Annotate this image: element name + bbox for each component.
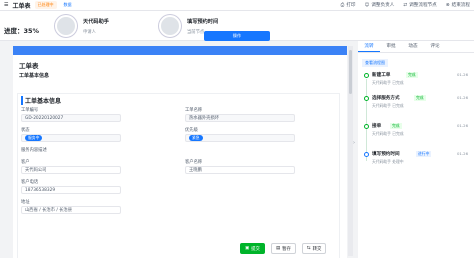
basic-info-section: 工单基本信息 工单编号 GD-20220120027 工单名称 热水器外壳损坏 … <box>17 93 340 258</box>
timeline-node-sub: 天代码助手 已完成 <box>372 131 404 136</box>
ticket-no-label: 工单编号 <box>21 108 39 113</box>
adjust-node-button[interactable]: ⇄ 调整流程节点 <box>403 2 436 9</box>
timeline-node-sub: 天代码助手 已完成 <box>372 80 404 85</box>
content-label: 服务内容描述 <box>21 148 47 153</box>
timeline-node-sub: 天代码助手 处理中 <box>372 159 404 164</box>
end-flow-button[interactable]: ⊗ 结束流程 <box>445 2 470 9</box>
priority-field: 紧急 <box>185 134 295 142</box>
status-field: 服务中 <box>21 134 121 142</box>
applicant-name: 天代码助手 <box>83 18 109 25</box>
back-icon[interactable]: ☰ <box>4 2 8 8</box>
timeline-node-date: 01-26 <box>456 72 468 77</box>
applicant-role: 申请人 <box>83 29 96 35</box>
stop-icon: ⊗ <box>445 2 450 8</box>
form-title: 工单表 <box>19 62 39 70</box>
form-scrollbar[interactable] <box>348 46 353 256</box>
timeline-dot <box>364 73 369 78</box>
submit-icon: ▣ <box>245 246 250 251</box>
address-field[interactable]: 山西省 / 长治市 / 长治县 <box>21 206 121 214</box>
form-panel: 工单表 工单基本信息 工单基本信息 工单编号 GD-20220120027 工单… <box>13 46 347 258</box>
scroll-thumb[interactable] <box>349 50 352 94</box>
timeline-node-tag: 完成 <box>390 123 402 129</box>
timeline-dot <box>364 152 369 157</box>
priority-pill: 紧急 <box>189 135 203 141</box>
reassign-button[interactable]: ☺ 调整负责人 <box>364 2 395 9</box>
timeline-node-name: 选择服务方式 <box>372 96 400 101</box>
priority-label: 优先级 <box>185 128 198 133</box>
top-bar: ☰ 工单表 已处理中 数据 ⎙ 打印 ☺ 调整负责人 ⇄ 调整流程节点 ⊗ 结束流程 <box>0 0 474 11</box>
status-badge: 已处理中 <box>34 1 57 9</box>
save-button[interactable]: ▤ 暂存 <box>270 243 296 254</box>
ticket-name-field: 热水器外壳损坏 <box>185 114 295 122</box>
action-bar: ▣ 提交 ▤ 暂存 ⇆ 转交 <box>240 243 327 255</box>
summary-bar: 进度：35% 天代码助手 申请人 填写预约时间 当前节点 操作 <box>0 11 474 41</box>
flow-icon: ⇄ <box>403 2 408 8</box>
timeline-node-date: 01-26 <box>456 151 468 156</box>
customer-name-label: 客户名称 <box>185 160 203 165</box>
timeline-node-sub: 天代码助手 已完成 <box>372 103 404 108</box>
data-link[interactable]: 数据 <box>61 1 75 9</box>
print-icon: ⎙ <box>340 3 345 8</box>
right-panel: 流转 审批 动态 评论 查看流程图 新建工单 完成 01-26 天代码助手 已完… <box>358 41 474 258</box>
customer-label: 客户 <box>21 160 30 165</box>
tab-approval[interactable]: 审批 <box>380 41 402 52</box>
status-pill: 服务中 <box>25 135 43 141</box>
transfer-icon: ⇆ <box>306 246 311 251</box>
ticket-name-label: 工单名称 <box>185 108 203 113</box>
customer-name-field[interactable]: 王晓鹏 <box>185 166 295 174</box>
view-flowchart-button[interactable]: 查看流程图 <box>362 59 388 67</box>
page-title: 工单表 <box>12 2 31 10</box>
timeline-node-tag: 进行中 <box>416 151 432 157</box>
timeline-dot <box>364 96 369 101</box>
progress-text: 进度：35% <box>4 27 40 35</box>
save-icon: ▤ <box>275 246 281 251</box>
tab-activity[interactable]: 动态 <box>402 41 424 52</box>
timeline-node-tag: 完成 <box>414 95 426 101</box>
timeline-node-date: 01-26 <box>456 123 468 128</box>
user-icon: ☺ <box>364 2 370 8</box>
address-label: 地址 <box>21 200 30 205</box>
transfer-button[interactable]: ⇆ 转交 <box>301 243 327 254</box>
panel-tabs: 流转 审批 动态 评论 <box>358 41 474 53</box>
section-title: 工单基本信息 <box>21 96 61 105</box>
print-button[interactable]: ⎙ 打印 <box>341 2 356 8</box>
current-node-name: 填写预约时间 <box>187 18 219 25</box>
status-label: 状态 <box>21 128 30 133</box>
phone-field[interactable]: 18736538329 <box>21 186 121 194</box>
timeline-node-name: 新建工单 <box>372 73 391 78</box>
customer-field[interactable]: 天代码公司 <box>21 166 121 174</box>
tab-comments[interactable]: 评论 <box>424 41 446 52</box>
timeline-node-name: 填写预约时间 <box>372 152 400 157</box>
timeline-node-name: 接单 <box>372 124 382 129</box>
form-subtitle: 工单基本信息 <box>19 73 50 79</box>
submit-button[interactable]: ▣ 提交 <box>240 243 265 254</box>
applicant: 天代码助手 申请人 <box>55 15 155 37</box>
ticket-no-field: GD-20220120027 <box>21 114 121 122</box>
operate-button[interactable]: 操作 <box>204 31 270 41</box>
timeline-node-date: 01-26 <box>456 95 468 100</box>
phone-label: 客户电话 <box>21 180 39 185</box>
avatar <box>55 15 77 37</box>
timeline-dot <box>364 124 369 129</box>
tab-flow[interactable]: 流转 <box>358 41 380 52</box>
timeline-line <box>366 79 367 161</box>
form-header-bar <box>13 46 347 55</box>
timeline-node-tag: 完成 <box>406 72 418 78</box>
avatar <box>159 15 181 37</box>
